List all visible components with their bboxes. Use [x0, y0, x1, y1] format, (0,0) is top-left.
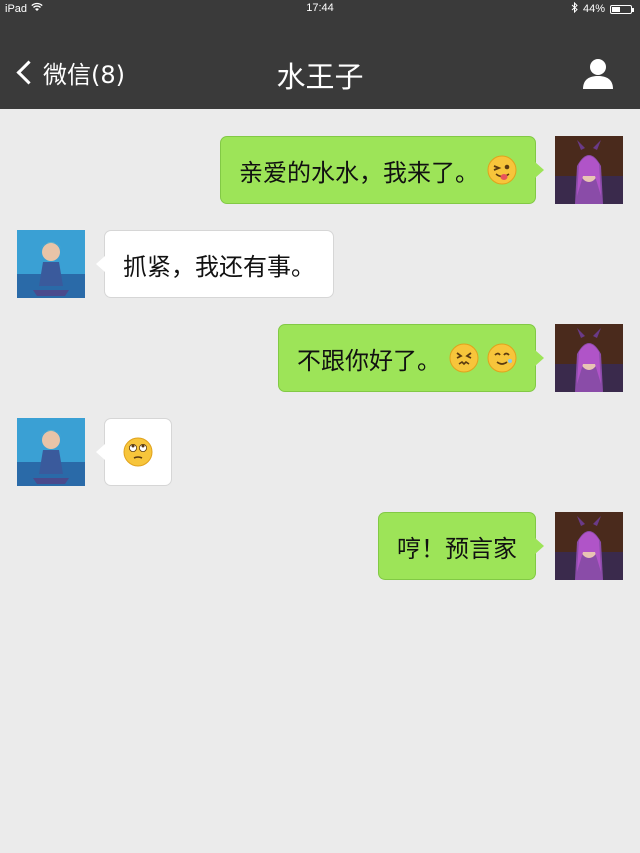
grimace-emoji [487, 343, 517, 373]
message-bubble-incoming[interactable] [96, 418, 172, 486]
nav-bar: 微信(8) 水王子 [0, 18, 640, 109]
message-row: 亲爱的水水，我来了。 [0, 136, 640, 206]
person-icon [583, 59, 613, 89]
avatar-me[interactable] [555, 512, 623, 580]
confounded-emoji [449, 343, 479, 373]
message-row [0, 418, 640, 488]
message-row: 抓紧，我还有事。 [0, 230, 640, 300]
avatar-other[interactable] [17, 230, 85, 298]
avatar-other[interactable] [17, 418, 85, 486]
battery-fill [612, 6, 620, 12]
message-bubble-outgoing[interactable]: 亲爱的水水，我来了。 [220, 136, 544, 204]
wink-tongue-emoji [487, 155, 517, 185]
battery-percent: 44% [582, 3, 605, 15]
status-time: 17:44 [306, 2, 334, 14]
message-text: 哼！预言家 [397, 534, 517, 563]
message-row: 哼！预言家 [0, 512, 640, 582]
message-row: 不跟你好了。 [0, 324, 640, 394]
message-bubble-incoming[interactable]: 抓紧，我还有事。 [96, 230, 334, 298]
message-bubble-outgoing[interactable]: 哼！预言家 [378, 512, 544, 580]
battery-icon [610, 4, 634, 14]
message-bubble-outgoing[interactable]: 不跟你好了。 [278, 324, 544, 392]
message-text: 不跟你好了。 [297, 346, 441, 375]
status-right: 44% [571, 1, 634, 16]
message-text: 抓紧，我还有事。 [123, 252, 315, 281]
message-text: 亲爱的水水，我来了。 [239, 158, 479, 187]
avatar-me[interactable] [555, 136, 623, 204]
profile-button[interactable] [581, 56, 615, 90]
status-bar: iPad 17:44 44% [0, 0, 640, 18]
bluetooth-icon [571, 1, 578, 16]
eye-roll-emoji [123, 437, 153, 467]
avatar-me[interactable] [555, 324, 623, 392]
page-title: 水王子 [276, 60, 364, 94]
